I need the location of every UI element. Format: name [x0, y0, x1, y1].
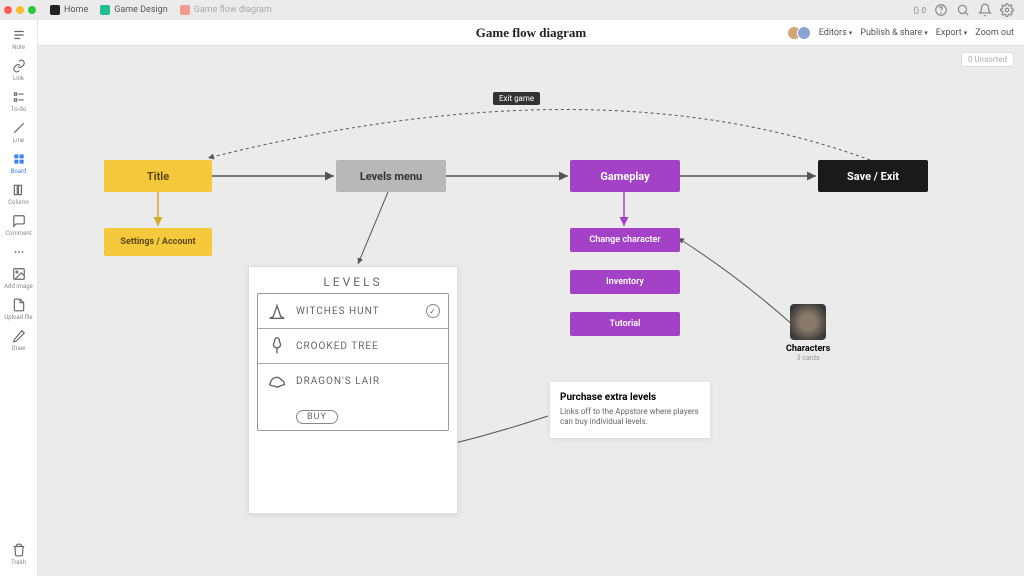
characters-title: Characters — [786, 344, 830, 354]
note-tool[interactable]: Note — [2, 24, 36, 55]
tree-icon — [266, 335, 288, 357]
connectors — [38, 46, 1024, 576]
line-tool[interactable]: Line — [2, 117, 36, 148]
sketch-row-witches: WITCHES HUNT ✓ — [258, 294, 448, 329]
upload-file-tool[interactable]: Upload file — [2, 294, 36, 325]
character-thumbnail — [790, 304, 826, 340]
node-settings[interactable]: Settings / Account — [104, 228, 212, 256]
comment-tool[interactable]: Comment — [2, 210, 36, 241]
levels-sketch[interactable]: LEVELS WITCHES HUNT ✓ CROOKED TREE — [248, 266, 458, 514]
tab-design-label: Game Design — [114, 5, 167, 15]
document-title: Game flow diagram — [476, 25, 586, 41]
dragon-icon — [266, 370, 288, 392]
help-icon[interactable] — [934, 3, 948, 17]
add-image-tool[interactable]: Add image — [2, 263, 36, 294]
check-icon: ✓ — [426, 304, 440, 318]
purchase-note[interactable]: Purchase extra levels Links off to the A… — [550, 382, 710, 438]
board-canvas[interactable]: 0 Unsorted Exit — [38, 46, 1024, 576]
window-controls[interactable] — [4, 6, 36, 14]
close-window-icon[interactable] — [4, 6, 12, 14]
zoom-out-button[interactable]: Zoom out — [975, 28, 1014, 38]
buy-button[interactable]: BUY — [296, 410, 338, 424]
unsorted-pill[interactable]: 0 Unsorted — [961, 52, 1014, 67]
sketch-row-dragon: DRAGON'S LAIR BUY — [258, 364, 448, 430]
note-title: Purchase extra levels — [560, 392, 700, 403]
tab-diagram[interactable]: Game flow diagram — [174, 0, 278, 20]
node-levels-menu[interactable]: Levels menu — [336, 160, 446, 192]
publish-dropdown[interactable]: Publish & share▾ — [860, 28, 928, 38]
node-tutorial[interactable]: Tutorial — [570, 312, 680, 336]
tab-bar: Home Game Design Game flow diagram 0 — [0, 0, 1024, 20]
witch-hat-icon — [266, 300, 288, 322]
node-gameplay[interactable]: Gameplay — [570, 160, 680, 192]
export-dropdown[interactable]: Export▾ — [936, 28, 968, 38]
editors-dropdown[interactable]: Editors▾ — [819, 28, 853, 38]
document-header: Game flow diagram Editors▾ Publish & sha… — [38, 20, 1024, 46]
node-title[interactable]: Title — [104, 160, 212, 192]
tab-home[interactable]: Home — [44, 0, 94, 20]
search-icon[interactable] — [956, 3, 970, 17]
tab-game-design[interactable]: Game Design — [94, 0, 173, 20]
node-change-character[interactable]: Change character — [570, 228, 680, 252]
tab-home-label: Home — [64, 5, 88, 15]
sketch-title: LEVELS — [257, 275, 449, 289]
notifications-icon[interactable] — [978, 3, 992, 17]
trash-tool[interactable]: Trash — [2, 539, 36, 570]
tab-diagram-label: Game flow diagram — [194, 5, 272, 15]
tool-sidebar: Note Link To-do Line Board Column Commen… — [0, 20, 38, 576]
topbar-actions: 0 — [912, 3, 1020, 17]
sketch-row-tree: CROOKED TREE — [258, 329, 448, 364]
minimize-window-icon[interactable] — [16, 6, 24, 14]
todo-tool[interactable]: To-do — [2, 86, 36, 117]
device-icon[interactable]: 0 — [912, 3, 926, 17]
node-save-exit[interactable]: Save / Exit — [818, 160, 928, 192]
node-inventory[interactable]: Inventory — [570, 270, 680, 294]
more-tool[interactable] — [2, 241, 36, 263]
link-tool[interactable]: Link — [2, 55, 36, 86]
column-tool[interactable]: Column — [2, 179, 36, 210]
characters-count: 3 cards — [786, 354, 830, 362]
collaborator-avatars[interactable] — [791, 26, 811, 40]
characters-card[interactable]: Characters 3 cards — [786, 304, 830, 362]
board-tool[interactable]: Board — [2, 148, 36, 179]
exit-game-label[interactable]: Exit game — [493, 92, 540, 105]
maximize-window-icon[interactable] — [28, 6, 36, 14]
note-body: Links off to the Appstore where players … — [560, 407, 700, 428]
draw-tool[interactable]: Draw — [2, 325, 36, 356]
settings-icon[interactable] — [1000, 3, 1014, 17]
